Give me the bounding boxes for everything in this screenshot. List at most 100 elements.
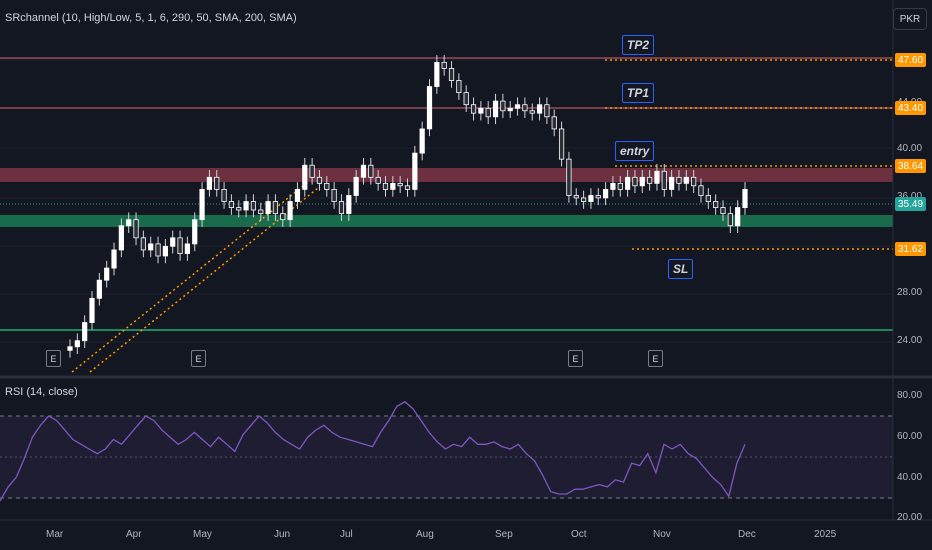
candle-body bbox=[544, 104, 550, 118]
candle-body bbox=[331, 189, 337, 202]
candle-body bbox=[228, 201, 235, 208]
candle-body bbox=[470, 104, 477, 114]
earnings-marker[interactable]: E bbox=[191, 350, 206, 367]
entry-label[interactable]: entry bbox=[615, 141, 655, 161]
tp2-price-tag: 47.60 bbox=[895, 53, 927, 67]
earnings-marker[interactable]: E bbox=[568, 350, 583, 367]
candle-body bbox=[507, 107, 513, 112]
candle-body bbox=[338, 201, 345, 215]
candle-body bbox=[404, 185, 411, 190]
candle-body bbox=[294, 189, 301, 202]
candle-body bbox=[492, 100, 499, 118]
candle-body bbox=[199, 189, 205, 221]
candle-body bbox=[111, 249, 117, 269]
candle-body bbox=[82, 322, 88, 342]
price-axis-label: 28.00 bbox=[897, 287, 923, 298]
earnings-marker[interactable]: E bbox=[648, 350, 663, 367]
currency-button[interactable]: PKR bbox=[893, 8, 927, 30]
candle-body bbox=[316, 176, 323, 184]
candle-body bbox=[676, 176, 682, 184]
candle-body bbox=[148, 243, 154, 251]
candle-body bbox=[419, 128, 425, 154]
time-axis-label: Aug bbox=[416, 529, 434, 540]
candle-body bbox=[441, 61, 447, 69]
candle-body bbox=[713, 201, 719, 208]
candle-body bbox=[177, 237, 183, 254]
candle-body bbox=[683, 176, 689, 184]
candle-body bbox=[617, 182, 623, 190]
candle-body bbox=[133, 219, 139, 239]
time-axis-label: Oct bbox=[571, 529, 587, 540]
rsi-axis-label: 40.00 bbox=[897, 472, 923, 483]
candle-body bbox=[280, 213, 286, 221]
candle-body bbox=[588, 195, 594, 202]
time-axis-label: Dec bbox=[738, 529, 756, 540]
candle-body bbox=[478, 107, 484, 114]
candle-body bbox=[602, 189, 609, 199]
candle-body bbox=[67, 346, 73, 351]
candle-body bbox=[485, 107, 491, 118]
candle-body bbox=[661, 170, 667, 190]
candle-body bbox=[705, 195, 711, 202]
candle-body bbox=[573, 195, 579, 199]
candle-body bbox=[456, 80, 462, 94]
sl-label[interactable]: SL bbox=[668, 259, 694, 279]
candle-body bbox=[654, 170, 660, 184]
candle-body bbox=[529, 110, 535, 114]
candle-body bbox=[118, 225, 124, 251]
tp1-price-tag: 43.40 bbox=[895, 101, 927, 115]
candle-body bbox=[287, 201, 293, 221]
candle-body bbox=[514, 104, 521, 109]
price-axis-label: 24.00 bbox=[897, 335, 923, 346]
candle-body bbox=[551, 116, 557, 130]
candle-body bbox=[632, 176, 638, 187]
time-axis-label: Apr bbox=[126, 529, 142, 540]
tp1-label[interactable]: TP1 bbox=[622, 83, 655, 103]
candle-body bbox=[639, 176, 645, 187]
tp2-label[interactable]: TP2 bbox=[622, 35, 655, 55]
candle-body bbox=[214, 176, 220, 190]
candle-body bbox=[536, 104, 543, 114]
candle-body bbox=[735, 207, 741, 227]
time-axis-label: Jun bbox=[274, 529, 291, 540]
candle-body bbox=[221, 189, 227, 202]
time-axis-label: May bbox=[193, 529, 212, 540]
candle-body bbox=[368, 164, 374, 178]
candle-body bbox=[96, 279, 102, 299]
time-axis-label: Jul bbox=[340, 529, 353, 540]
rsi-legend[interactable]: RSI (14, close) bbox=[5, 386, 78, 398]
candle-body bbox=[184, 243, 190, 254]
candle-body bbox=[558, 128, 565, 160]
candle-body bbox=[698, 185, 704, 196]
candle-body bbox=[742, 189, 748, 208]
candle-body bbox=[426, 86, 433, 130]
earnings-marker[interactable]: E bbox=[46, 350, 61, 367]
candle-body bbox=[610, 182, 616, 190]
candle-body bbox=[522, 104, 528, 112]
candle-body bbox=[382, 182, 389, 190]
candle-body bbox=[272, 201, 279, 215]
candle-body bbox=[625, 176, 631, 190]
rsi-axis-label: 20.00 bbox=[897, 512, 923, 523]
candle-body bbox=[727, 213, 733, 227]
candle-body bbox=[104, 267, 110, 281]
grid bbox=[0, 59, 893, 343]
candle-body bbox=[360, 164, 367, 178]
candle-body bbox=[162, 245, 168, 257]
sl-price-tag: 31.62 bbox=[895, 242, 927, 256]
candle-body bbox=[669, 176, 675, 190]
candle-body bbox=[647, 176, 653, 184]
chart-canvas[interactable] bbox=[0, 0, 932, 550]
candle-body bbox=[265, 201, 271, 215]
candle-body bbox=[250, 201, 257, 211]
last-price-tag: 35.49 bbox=[895, 197, 927, 211]
entry-price-tag: 38.64 bbox=[895, 159, 927, 173]
time-axis-label: Sep bbox=[495, 529, 513, 540]
candle-body bbox=[346, 195, 352, 215]
candle-body bbox=[155, 243, 161, 257]
candle-body bbox=[236, 207, 242, 211]
indicator-legend[interactable]: SRchannel (10, High/Low, 5, 1, 6, 290, 5… bbox=[5, 12, 297, 24]
time-axis-label: 2025 bbox=[814, 529, 837, 540]
candle-body bbox=[324, 182, 330, 190]
candle-body bbox=[192, 219, 198, 245]
